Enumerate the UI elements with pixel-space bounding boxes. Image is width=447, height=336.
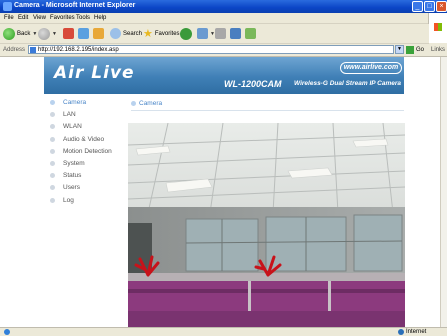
print-button[interactable] <box>215 27 226 40</box>
history-icon <box>197 28 208 39</box>
bullet-icon <box>50 100 55 105</box>
sidebar-item-audio-video[interactable]: Audio & Video <box>44 134 124 146</box>
bullet-icon <box>50 185 55 191</box>
page-content: Air Live www.airlive.com WL-1200CAM Wire… <box>0 57 440 327</box>
menu-view[interactable]: View <box>33 15 46 21</box>
sidebar-item-status[interactable]: Status <box>44 170 124 182</box>
media-icon <box>180 27 192 40</box>
model-name: WL-1200CAM <box>224 79 282 89</box>
sidebar-item-system[interactable]: System <box>44 158 124 170</box>
stop-button[interactable] <box>63 27 74 40</box>
menu-tools[interactable]: Tools <box>76 15 90 21</box>
product-description: Wireless-G Dual Stream IP Camera <box>294 80 401 87</box>
sidebar-item-lan[interactable]: LAN <box>44 109 124 121</box>
sidebar-nav: Camera LAN WLAN Audio & Video Motion Det… <box>44 97 124 207</box>
menu-bar: File Edit View Favorites Tools Help <box>0 13 447 24</box>
sidebar-item-log[interactable]: Log <box>44 195 124 207</box>
window-title-bar[interactable]: Camera - Microsoft Internet Explorer _ □… <box>0 0 447 13</box>
page-status-icon <box>4 329 10 335</box>
home-icon <box>93 28 104 39</box>
security-zone: Internet <box>406 329 427 335</box>
forward-arrow-icon <box>38 27 50 40</box>
bullet-icon <box>50 197 55 203</box>
bullet-icon <box>50 124 55 130</box>
camera-live-view <box>128 123 405 327</box>
forward-button[interactable]: ▼ <box>38 27 57 40</box>
menu-help[interactable]: Help <box>94 15 106 21</box>
bullet-icon <box>131 101 136 106</box>
windows-logo-icon <box>428 13 447 43</box>
back-button[interactable]: Back ▼ <box>3 27 37 40</box>
brand-header: Air Live www.airlive.com WL-1200CAM Wire… <box>44 57 404 94</box>
go-button[interactable]: Go <box>416 47 424 53</box>
search-button[interactable]: Search <box>110 27 142 40</box>
sidebar-item-camera[interactable]: Camera <box>44 97 124 109</box>
bullet-icon <box>50 148 55 154</box>
minimize-button[interactable]: _ <box>412 1 423 12</box>
edit-button[interactable] <box>230 27 241 40</box>
address-label: Address <box>3 47 26 53</box>
chevron-down-icon: ▼ <box>32 30 38 37</box>
section-divider <box>131 110 404 111</box>
address-dropdown-button[interactable]: ▼ <box>395 45 404 54</box>
address-url: http://192.168.2.195/index.asp <box>38 47 119 53</box>
internet-zone-icon <box>398 329 404 335</box>
stop-icon <box>63 28 74 39</box>
address-input[interactable]: http://192.168.2.195/index.asp <box>28 45 394 54</box>
page-icon <box>30 47 36 53</box>
camera-frame-image <box>128 123 405 327</box>
close-button[interactable]: × <box>436 1 447 12</box>
sidebar-item-users[interactable]: Users <box>44 182 124 194</box>
airlive-url[interactable]: www.airlive.com <box>340 62 402 74</box>
bullet-icon <box>50 160 55 166</box>
messenger-button[interactable] <box>245 27 256 40</box>
bullet-icon <box>50 112 55 118</box>
toolbar: Back ▼ ▼ Search ★ Favorites ▼ <box>0 24 429 44</box>
airlive-logo: Air Live <box>54 63 135 83</box>
back-arrow-icon <box>3 27 15 40</box>
ie-icon <box>3 2 12 11</box>
chevron-down-icon: ▼ <box>52 30 57 37</box>
messenger-icon <box>245 28 256 39</box>
menu-favorites[interactable]: Favorites <box>50 15 75 21</box>
maximize-button[interactable]: □ <box>424 1 435 12</box>
print-icon <box>215 28 226 39</box>
search-icon <box>110 28 121 39</box>
star-icon: ★ <box>143 28 153 40</box>
history-button[interactable]: ▼ <box>197 27 215 40</box>
refresh-button[interactable] <box>78 27 89 40</box>
home-button[interactable] <box>93 27 104 40</box>
media-button[interactable] <box>180 27 192 40</box>
menu-file[interactable]: File <box>4 15 14 21</box>
window-title: Camera - Microsoft Internet Explorer <box>14 2 136 9</box>
favorites-button[interactable]: ★ Favorites <box>143 27 180 40</box>
vertical-scrollbar[interactable] <box>440 57 447 327</box>
go-arrow-icon[interactable] <box>406 46 414 54</box>
menu-edit[interactable]: Edit <box>18 15 28 21</box>
links-button[interactable]: Links <box>431 47 445 53</box>
sidebar-item-motion-detection[interactable]: Motion Detection <box>44 146 124 158</box>
address-bar: Address http://192.168.2.195/index.asp ▼… <box>0 44 447 57</box>
bullet-icon <box>50 136 55 142</box>
sidebar-item-wlan[interactable]: WLAN <box>44 121 124 133</box>
edit-icon <box>230 28 241 39</box>
bullet-icon <box>50 173 55 179</box>
refresh-icon <box>78 28 89 39</box>
